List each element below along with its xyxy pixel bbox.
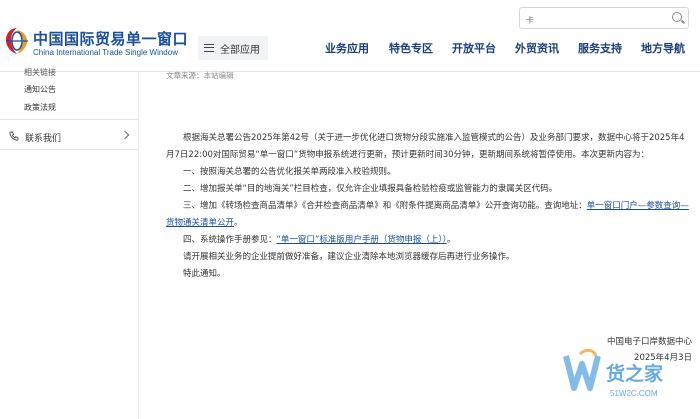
search-icon[interactable]: [672, 12, 682, 22]
logo-icon[interactable]: [4, 26, 30, 56]
nav-service-support[interactable]: 服务支持: [578, 40, 622, 56]
watermark-brand: 货之家: [606, 362, 664, 385]
sidebar-contact-label: 联系我们: [25, 134, 62, 144]
sidebar-link-policies[interactable]: 政策法规: [24, 102, 56, 113]
article-source: 文章来源：本站编辑: [166, 71, 234, 80]
chevron-right-icon: [120, 130, 130, 140]
article-note: 请开展相关业务的企业提前做好准备，建议企业清除本地浏览器缓存后再进行业务操作。: [183, 252, 515, 262]
sidebar-section-title: 相关链接: [24, 68, 56, 77]
article-item-4-text: 四、系统操作手册参见：: [183, 235, 277, 245]
logo-subtitle: China International Trade Single Window: [33, 48, 178, 57]
nav-trade-news[interactable]: 外贸资讯: [515, 40, 559, 56]
watermark-url: 51W2C.COM: [610, 389, 658, 398]
article-item-3-text: 三、增加《转场检查商品清单》《合并检查商品清单》和《附条件提离商品清单》公开查询…: [183, 201, 587, 211]
all-apps-button[interactable]: 全部应用: [198, 36, 268, 60]
nav-local-navigation[interactable]: 地方导航: [641, 40, 685, 56]
article-intro: 根据海关总署公告2025年第42号（关于进一步优化进口货物分段实施准入监管模式的…: [166, 133, 685, 160]
article-item-2: 二、增加报关单“目的地海关”栏目检查，仅允许企业填报具备检验检疫或监管能力的隶属…: [183, 184, 558, 194]
phone-icon: [9, 131, 19, 141]
article-item-3: 三、增加《转场检查商品清单》《合并检查商品清单》和《附条件提离商品清单》公开查询…: [166, 198, 690, 232]
nav-business-apps[interactable]: 业务应用: [325, 40, 369, 56]
watermark-logo: 货之家 51W2C.COM: [563, 348, 664, 398]
sidebar: 相关链接 通知公告 政策法规 联系我们: [0, 68, 138, 419]
article-closing: 特此通知。: [183, 269, 226, 279]
search-box[interactable]: [519, 7, 689, 31]
user-manual-link[interactable]: “单一窗口”标准版用户手册（货物申报（上））: [277, 235, 447, 245]
nav-featured-zone[interactable]: 特色专区: [389, 40, 433, 56]
article-item-4-end: 。: [446, 235, 456, 245]
menu-icon: [204, 44, 214, 52]
article-item-4: 四、系统操作手册参见：“单一窗口”标准版用户手册（货物申报（上））。: [166, 232, 690, 249]
sidebar-divider: [138, 72, 139, 419]
article-item-3-end: 。: [234, 218, 243, 228]
search-input[interactable]: [520, 10, 660, 31]
sidebar-item-contact[interactable]: 联系我们: [0, 122, 138, 150]
sidebar-section-related: 相关链接 通知公告 政策法规: [0, 68, 138, 120]
nav-open-platform[interactable]: 开放平台: [452, 40, 496, 56]
all-apps-label: 全部应用: [220, 44, 260, 56]
article-body: 根据海关总署公告2025年第42号（关于进一步优化进口货物分段实施准入监管模式的…: [166, 130, 690, 283]
sidebar-link-notices[interactable]: 通知公告: [24, 84, 56, 95]
site-header: 中国国际贸易单一窗口 China International Trade Sin…: [0, 0, 700, 72]
logo-title[interactable]: 中国国际贸易单一窗口: [33, 28, 188, 49]
article-item-1: 一、按照海关总署的公告优化报关单两段准入校验规则。: [183, 167, 396, 177]
